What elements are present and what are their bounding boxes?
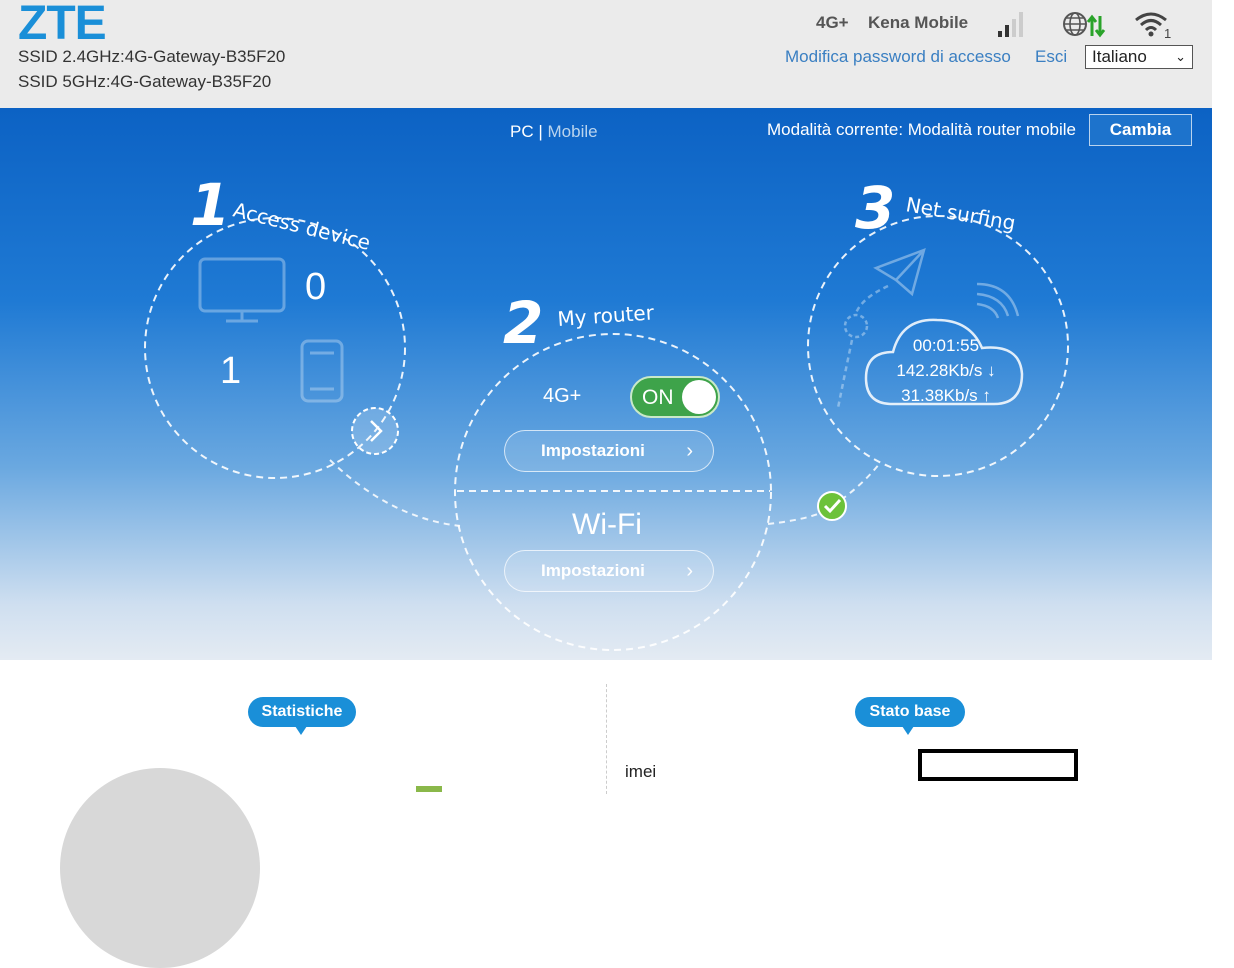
view-switch: PC | Mobile	[510, 122, 598, 142]
connected-time: 00:01:55	[912, 336, 980, 355]
step3-number: 3	[855, 174, 895, 242]
language-selected: Italiano	[1092, 47, 1147, 66]
logout-link[interactable]: Esci	[1035, 47, 1067, 67]
connection-stats: 00:01:55 142.28Kb/s ↓ 31.38Kb/s ↑	[866, 333, 1026, 408]
connected-check-icon	[817, 491, 847, 521]
step1-title: Access device	[231, 198, 373, 255]
upload-speed: 31.38Kb/s ↑	[901, 386, 991, 405]
carrier-name: Kena Mobile	[868, 13, 969, 32]
chevron-right-icon: ›	[686, 440, 693, 462]
smartphone-icon	[300, 339, 344, 403]
imei-value-redacted	[918, 749, 1078, 781]
view-mobile-link[interactable]: Mobile	[548, 122, 598, 141]
mobile-data-toggle[interactable]: ON	[630, 376, 720, 418]
wifi-section-label: Wi-Fi	[572, 508, 642, 541]
wifi-client-count: 1	[1164, 26, 1171, 40]
mobile-settings-label: Impostazioni	[541, 441, 645, 460]
chevron-down-icon: ⌄	[1175, 49, 1186, 64]
network-type: 4G+	[816, 13, 849, 32]
wired-device-count: 0	[305, 266, 327, 308]
section-divider	[606, 684, 607, 794]
wifi-settings-button[interactable]: Impostazioni ›	[504, 550, 714, 592]
monitor-icon	[198, 257, 286, 323]
step3-title: Net surfing	[904, 192, 1017, 235]
zte-logo: ZTE	[18, 0, 107, 50]
ssid-24ghz: SSID 2.4GHz:4G-Gateway-B35F20	[18, 47, 286, 66]
signal-strength-icon	[998, 12, 1023, 37]
statistics-pie-chart	[60, 768, 260, 968]
legend-swatch	[416, 786, 442, 792]
wifi-icon: 1	[1135, 12, 1171, 41]
view-pc-link[interactable]: PC	[510, 122, 534, 141]
view-separator: |	[538, 122, 543, 141]
toggle-state: ON	[642, 386, 674, 409]
step2-title: My router	[557, 300, 656, 331]
device-list-arrow-button[interactable]	[351, 407, 399, 455]
change-password-link[interactable]: Modifica password di accesso	[785, 47, 1011, 67]
change-mode-button[interactable]: Cambia	[1089, 114, 1192, 146]
ssid-5ghz: SSID 5GHz:4G-Gateway-B35F20	[18, 72, 272, 91]
statistics-heading: Statistiche	[248, 697, 356, 735]
language-select[interactable]: Italiano ⌄	[1085, 45, 1193, 69]
imei-label: imei	[625, 762, 657, 781]
wireless-device-count: 1	[220, 350, 242, 392]
step1-number: 1	[190, 171, 230, 239]
mobile-data-label: 4G+	[543, 385, 582, 407]
top-header: ZTE SSID 2.4GHz:4G-Gateway-B35F20 SSID 5…	[0, 0, 1212, 108]
internet-connected-icon	[1063, 12, 1106, 38]
toggle-knob	[682, 380, 716, 414]
mobile-settings-button[interactable]: Impostazioni ›	[504, 430, 714, 472]
step2-number: 2	[503, 289, 543, 357]
wifi-status: 1	[1134, 10, 1174, 41]
wifi-settings-label: Impostazioni	[541, 561, 645, 580]
status-hero: 1 Access device 2 My router 3 Net surfin…	[0, 108, 1212, 660]
signal-waves-icon	[976, 282, 1020, 319]
download-speed: 142.28Kb/s ↓	[896, 361, 996, 380]
chevron-right-icon: ›	[686, 560, 693, 582]
basic-status-heading: Stato base	[855, 697, 965, 735]
current-mode-text: Modalità corrente: Modalità router mobil…	[767, 120, 1076, 139]
